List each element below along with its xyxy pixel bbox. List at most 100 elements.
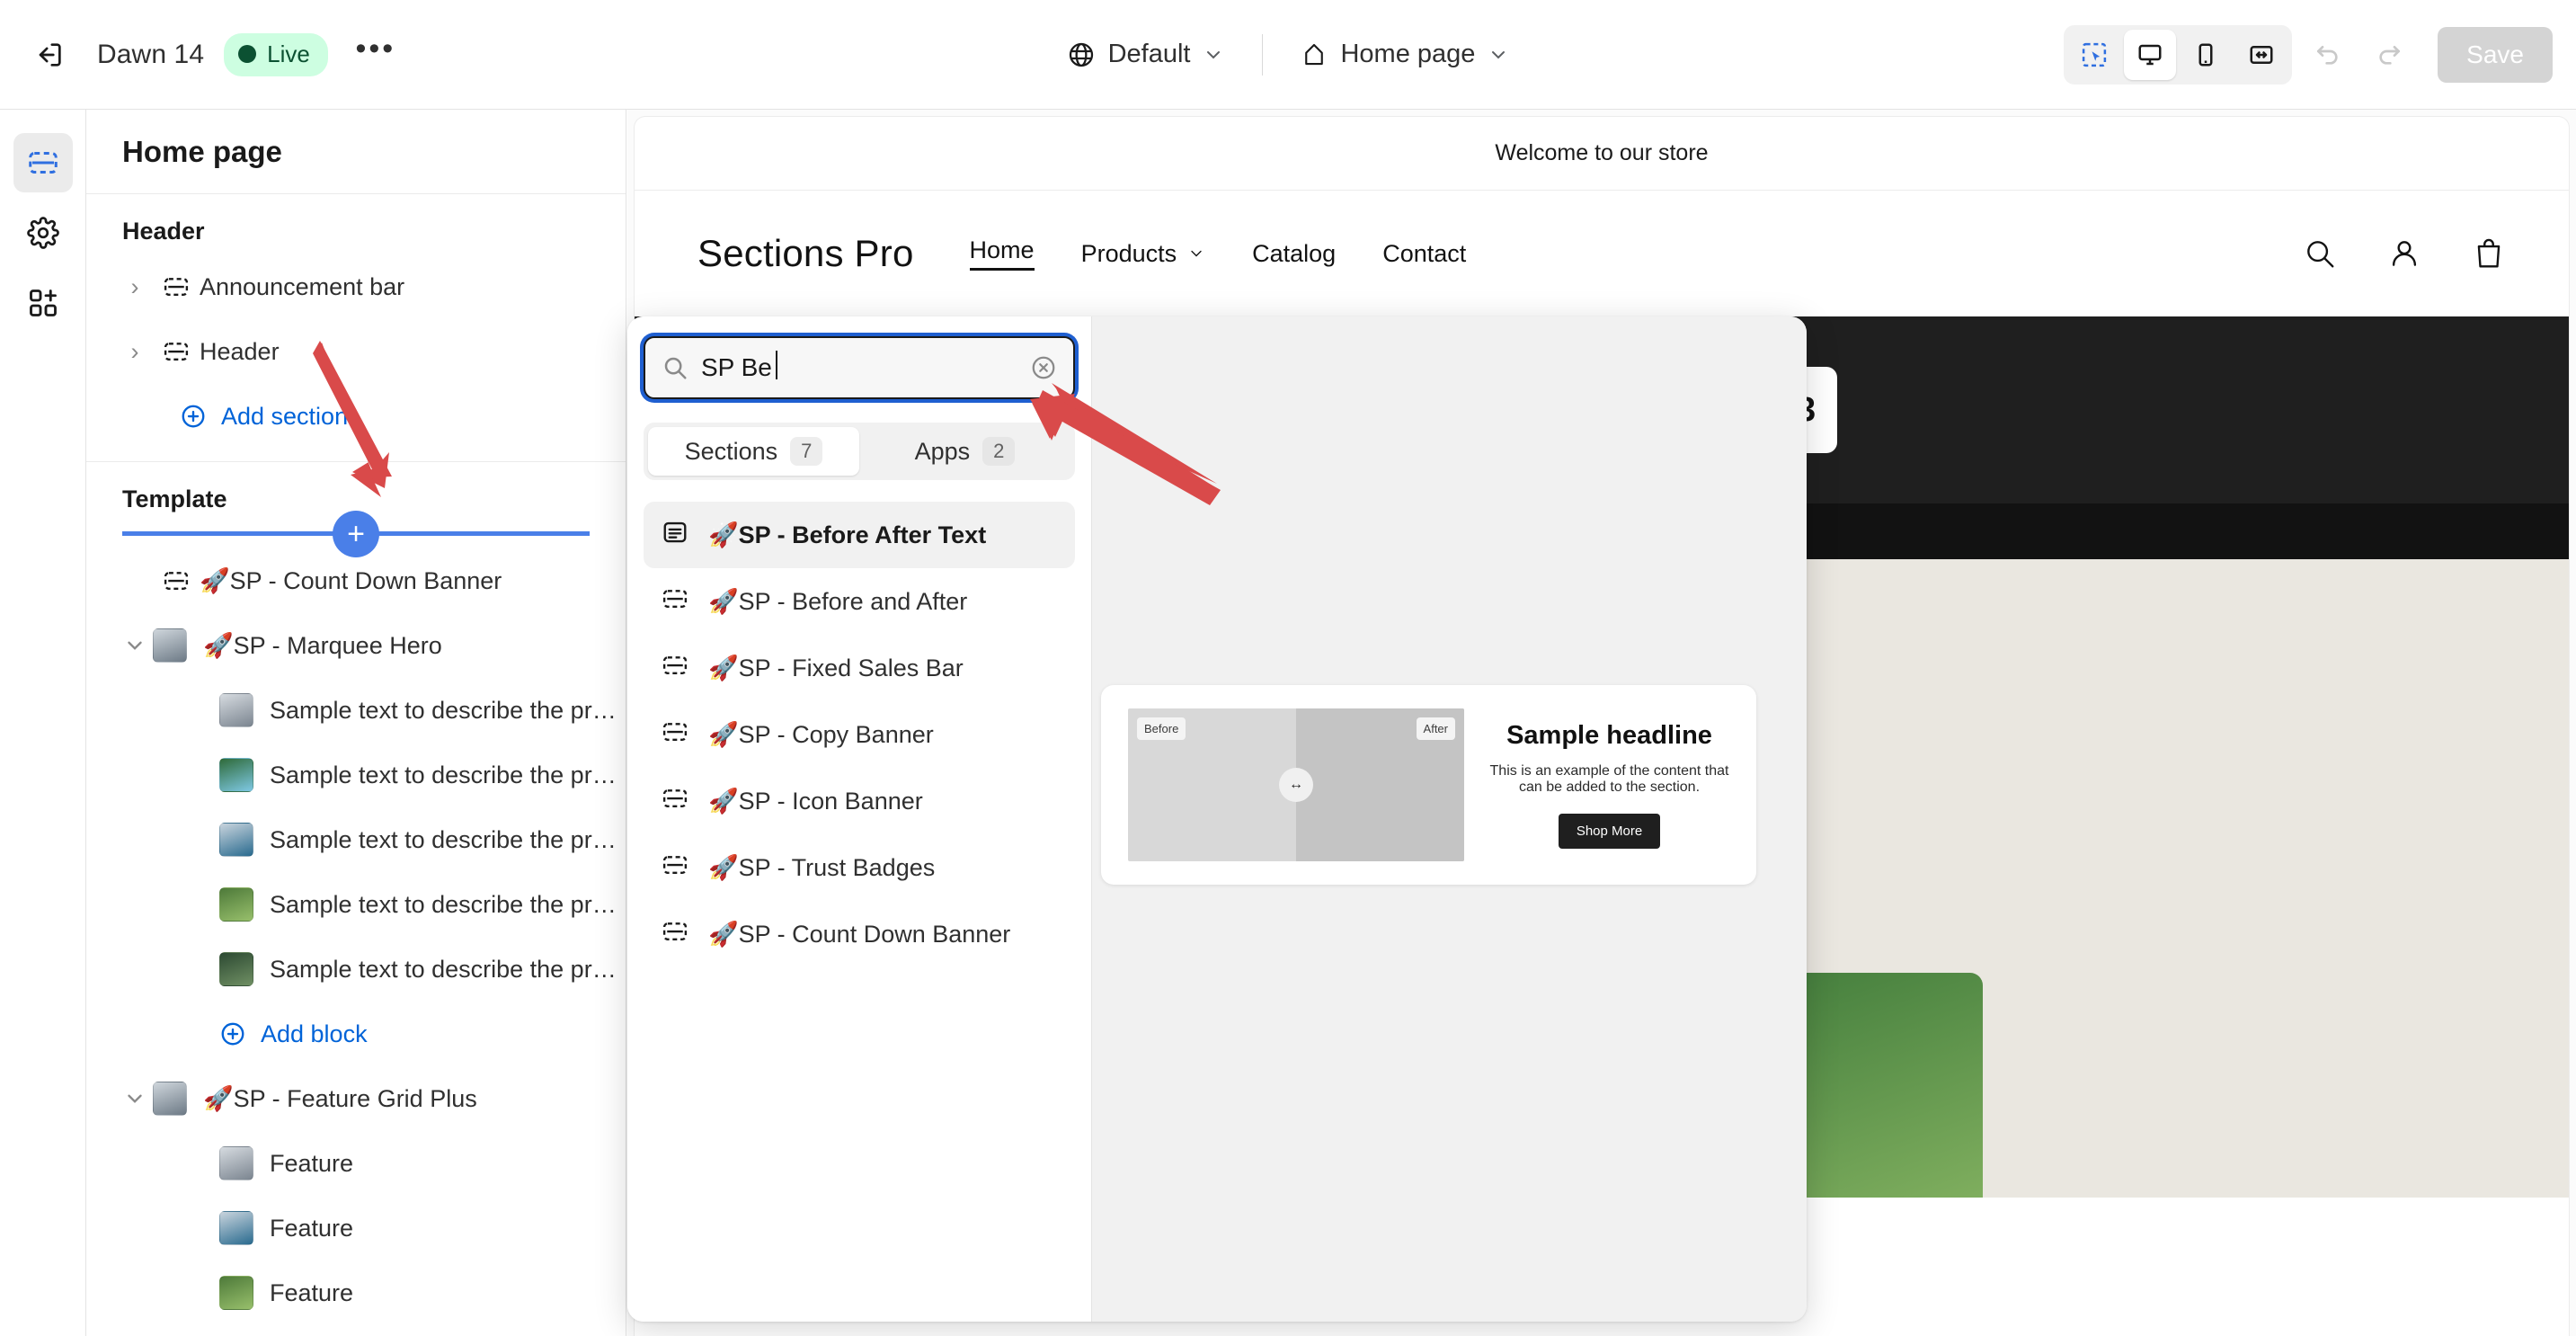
list-item[interactable]: Sample text to describe the prod... [86, 937, 626, 1002]
page-selector[interactable]: Home page [1288, 31, 1522, 78]
rail-item-apps[interactable] [13, 273, 73, 333]
image-thumb-stacked2 [153, 1082, 187, 1116]
rail-item-settings[interactable] [13, 203, 73, 263]
search-results-list: 🚀SP - Before After Text 🚀SP - Before and… [644, 502, 1075, 967]
result-item-before-after-text[interactable]: 🚀SP - Before After Text [644, 502, 1075, 568]
drop-indicator[interactable]: + [122, 531, 590, 536]
result-item-before-and-after[interactable]: 🚀SP - Before and After [644, 568, 1075, 635]
plus-circle-icon [219, 1020, 246, 1047]
tab-sections-count: 7 [790, 437, 822, 466]
sidebar-item-label: 🚀SP - Feature Grid Plus [203, 1084, 477, 1113]
sidebar-item-marquee-hero[interactable]: 🚀SP - Marquee Hero [86, 613, 626, 678]
result-item-trust-badges[interactable]: 🚀SP - Trust Badges [644, 834, 1075, 901]
more-menu-button[interactable]: ••• [348, 27, 404, 83]
add-section-modal: SP Be Sections 7 Apps 2 [627, 316, 1807, 1322]
chevron-down-icon[interactable] [117, 1087, 153, 1110]
before-after-preview: Before After ↔ [1128, 708, 1464, 861]
chevron-down-icon [1203, 44, 1224, 66]
desktop-view-button[interactable] [2124, 30, 2176, 80]
add-section-label: Add section [221, 403, 348, 431]
nav-item-products[interactable]: Products [1081, 240, 1206, 268]
result-item-label: 🚀SP - Trust Badges [708, 853, 935, 882]
sidebar-item-header[interactable]: › Header [86, 319, 626, 384]
undo-button[interactable] [2303, 30, 2353, 80]
add-block-label: Add block [261, 1020, 368, 1048]
section-icon [662, 851, 688, 885]
add-block-button[interactable]: Add block [86, 1002, 626, 1066]
sidebar-item-label: Feature [270, 1279, 353, 1307]
modal-preview-panel: Before After ↔ Sample headline This is a… [1091, 316, 1807, 1322]
rail-item-sections[interactable] [13, 133, 73, 192]
group-label-header: Header [86, 194, 626, 254]
market-selector[interactable]: Default [1054, 31, 1238, 78]
sidebar-item-feature-grid-plus[interactable]: 🚀SP - Feature Grid Plus [86, 1066, 626, 1131]
save-button[interactable]: Save [2438, 27, 2553, 83]
tab-sections-label: Sections [685, 438, 778, 466]
preview-description: This is an example of the content that c… [1489, 763, 1729, 796]
section-icon [153, 567, 200, 594]
image-thumb-water [219, 823, 253, 857]
list-item[interactable]: Sample text to describe the prod... [86, 743, 626, 807]
store-header: Sections Pro Home Products Catalog Conta… [635, 191, 2569, 316]
nav-item-home[interactable]: Home [970, 236, 1035, 271]
sidebar-item-label: Sample text to describe the prod... [270, 697, 626, 725]
redo-button[interactable] [2364, 30, 2414, 80]
chevron-down-icon [1187, 245, 1205, 263]
section-icon [153, 338, 200, 365]
status-dot [238, 45, 256, 63]
apps-add-icon [27, 287, 59, 319]
sidebar-item-label: Feature [270, 1150, 353, 1178]
section-icon [662, 652, 688, 685]
preview-card-content: Sample headline This is an example of th… [1489, 721, 1729, 849]
top-bar-right: Save [2064, 0, 2553, 110]
shop-more-button[interactable]: Shop More [1559, 814, 1660, 849]
result-item-fixed-sales-bar[interactable]: 🚀SP - Fixed Sales Bar [644, 635, 1075, 701]
image-thumb-stacked [153, 628, 187, 663]
result-item-icon-banner[interactable]: 🚀SP - Icon Banner [644, 768, 1075, 834]
sidebar-item-label: Sample text to describe the prod... [270, 762, 626, 789]
mobile-view-button[interactable] [2180, 30, 2232, 80]
sidebar-item-label: Announcement bar [200, 273, 404, 301]
page-title: Home page [86, 110, 626, 194]
search-input-value: SP Be [701, 353, 772, 382]
tab-apps[interactable]: Apps 2 [859, 427, 1070, 476]
list-item[interactable]: Sample text to describe the prod... [86, 678, 626, 743]
drag-horizontal-icon[interactable]: ↔ [1279, 768, 1313, 802]
result-item-count-down-banner[interactable]: 🚀SP - Count Down Banner [644, 901, 1075, 967]
list-item[interactable]: Feature [86, 1196, 626, 1260]
theme-editor-app: Dawn 14 Live ••• Default Home page [0, 0, 2576, 1336]
add-section-button[interactable]: Add section [86, 384, 626, 449]
search-icon[interactable] [2303, 236, 2337, 271]
search-input[interactable]: SP Be [644, 336, 1075, 399]
list-item[interactable]: Feature [86, 1260, 626, 1325]
insert-section-button[interactable]: + [333, 511, 379, 557]
nav-item-contact[interactable]: Contact [1382, 240, 1466, 268]
market-label: Default [1108, 40, 1191, 69]
sidebar-item-announcement-bar[interactable]: › Announcement bar [86, 254, 626, 319]
chevron-down-icon[interactable] [117, 634, 153, 657]
exit-icon[interactable] [22, 27, 77, 83]
before-label: Before [1137, 717, 1186, 740]
sidebar-item-label: Feature [270, 1215, 353, 1242]
section-icon [662, 785, 688, 818]
list-item[interactable]: Sample text to describe the prod... [86, 872, 626, 937]
list-item[interactable]: Sample text to describe the prod... [86, 807, 626, 872]
list-item[interactable]: Feature [86, 1131, 626, 1196]
cart-icon[interactable] [2472, 236, 2506, 271]
chevron-right-icon[interactable]: › [117, 273, 153, 301]
result-item-copy-banner[interactable]: 🚀SP - Copy Banner [644, 701, 1075, 768]
select-tool-button[interactable] [2068, 30, 2120, 80]
status-badge: Live [224, 33, 328, 76]
chevron-right-icon[interactable]: › [117, 338, 153, 366]
section-icon [662, 718, 688, 752]
sidebar-item-count-down-banner[interactable]: 🚀SP - Count Down Banner [86, 548, 626, 613]
image-thumb-green [219, 758, 253, 792]
account-icon[interactable] [2387, 236, 2421, 271]
fullwidth-view-button[interactable] [2235, 30, 2287, 80]
section-icon [662, 918, 688, 951]
nav-item-catalog[interactable]: Catalog [1252, 240, 1336, 268]
sidebar-item-label: Sample text to describe the prod... [270, 956, 626, 984]
tab-sections[interactable]: Sections 7 [648, 427, 859, 476]
store-nav: Home Products Catalog Contact [970, 236, 1467, 271]
clear-search-icon[interactable] [1030, 354, 1057, 381]
